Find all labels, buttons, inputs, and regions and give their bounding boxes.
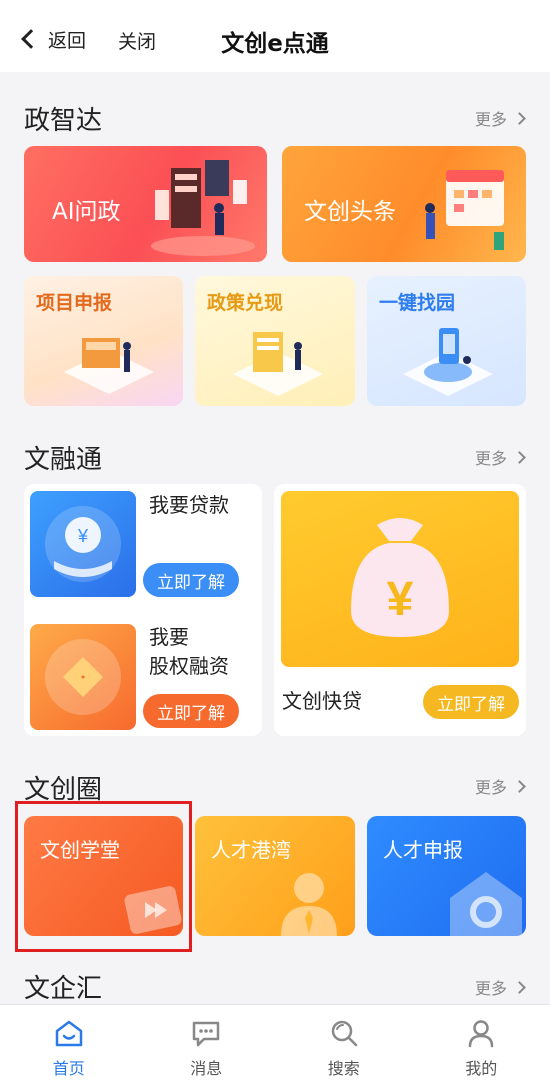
chevron-right-icon <box>513 980 526 994</box>
loan-image[interactable]: ¥ <box>30 491 136 597</box>
nav-item-messages[interactable]: 消息 <box>138 1005 276 1088</box>
top-bar: 返回 关闭 文创e点通 <box>0 0 550 72</box>
chevron-right-icon <box>513 779 526 793</box>
nav-label: 搜索 <box>327 1059 360 1078</box>
card-label: 一键找园 <box>379 292 456 314</box>
park-illustration-icon <box>403 328 493 396</box>
equity-text-line2: 股权融资 <box>149 654 229 678</box>
more-label: 更多 <box>474 110 507 129</box>
card-find-park[interactable]: 一键找园 <box>367 276 526 406</box>
nav-label: 首页 <box>52 1059 85 1078</box>
card-label: 文创头条 <box>304 199 396 225</box>
card-ai-wenzheng[interactable]: AI问政 <box>24 146 267 262</box>
diamond-coin-icon <box>45 639 121 715</box>
card-label: 人才申报 <box>383 838 463 862</box>
equity-learn-more-button[interactable]: 立即了解 <box>143 694 239 728</box>
section-title-wenqihui: 文企汇 <box>24 974 103 1004</box>
chevron-right-icon <box>513 450 526 464</box>
more-label: 更多 <box>474 979 507 998</box>
card-talent-apply[interactable]: 人才申报 <box>367 816 526 936</box>
page-title: 文创e点通 <box>221 31 329 57</box>
equity-text-line1: 我要 <box>149 625 189 649</box>
house-icon <box>450 872 522 936</box>
nav-item-search[interactable]: 搜索 <box>275 1005 413 1088</box>
chevron-right-icon <box>513 111 526 125</box>
more-label: 更多 <box>474 778 507 797</box>
office-illustration-icon <box>151 160 255 256</box>
quick-loan-text: 文创快贷 <box>282 689 362 713</box>
loan-learn-more-button[interactable]: 立即了解 <box>143 563 239 597</box>
equity-image[interactable] <box>30 624 136 730</box>
home-icon <box>55 1020 82 1047</box>
quick-loan-image[interactable]: ¥ <box>281 491 519 667</box>
profile-icon <box>469 1020 494 1048</box>
selection-highlight-box <box>15 801 192 952</box>
person-icon <box>281 873 337 936</box>
money-bag-icon: ¥ <box>351 518 449 637</box>
card-label: AI问政 <box>52 199 121 225</box>
calendar-illustration-icon <box>425 170 504 250</box>
more-link-zhengzhida[interactable]: 更多 <box>474 106 526 130</box>
search-icon <box>331 1020 357 1047</box>
more-label: 更多 <box>474 449 507 468</box>
svg-text:¥: ¥ <box>387 573 414 626</box>
nav-item-home[interactable]: 首页 <box>0 1005 138 1088</box>
card-wenchuang-news[interactable]: 文创头条 <box>282 146 526 262</box>
yuan-coin-icon: ¥ <box>45 506 121 582</box>
section-title-zhengzhida: 政智达 <box>24 106 103 136</box>
more-link-wenrongtong[interactable]: 更多 <box>474 445 526 469</box>
nav-item-profile[interactable]: 我的 <box>413 1005 550 1088</box>
nav-label: 消息 <box>190 1059 223 1078</box>
quick-loan-learn-more-button[interactable]: 立即了解 <box>423 685 519 719</box>
card-policy-redeem[interactable]: 政策兑现 <box>195 276 355 406</box>
card-label: 政策兑现 <box>207 292 284 314</box>
policy-illustration-icon <box>233 332 323 396</box>
svg-text:¥: ¥ <box>77 526 89 546</box>
section-title-wenrongtong: 文融通 <box>24 445 103 475</box>
loan-text: 我要贷款 <box>149 493 229 517</box>
project-illustration-icon <box>64 338 154 394</box>
card-talent-harbor[interactable]: 人才港湾 <box>195 816 355 936</box>
message-icon <box>193 1021 220 1047</box>
card-label: 项目申报 <box>36 292 113 314</box>
more-link-wenqihui[interactable]: 更多 <box>474 975 526 999</box>
card-project-apply[interactable]: 项目申报 <box>24 276 183 406</box>
more-link-wenchuangquan[interactable]: 更多 <box>474 774 526 798</box>
nav-label: 我的 <box>465 1059 498 1078</box>
card-label: 人才港湾 <box>211 838 291 862</box>
bottom-navigation: 首页 消息 搜索 我的 <box>0 1004 550 1088</box>
